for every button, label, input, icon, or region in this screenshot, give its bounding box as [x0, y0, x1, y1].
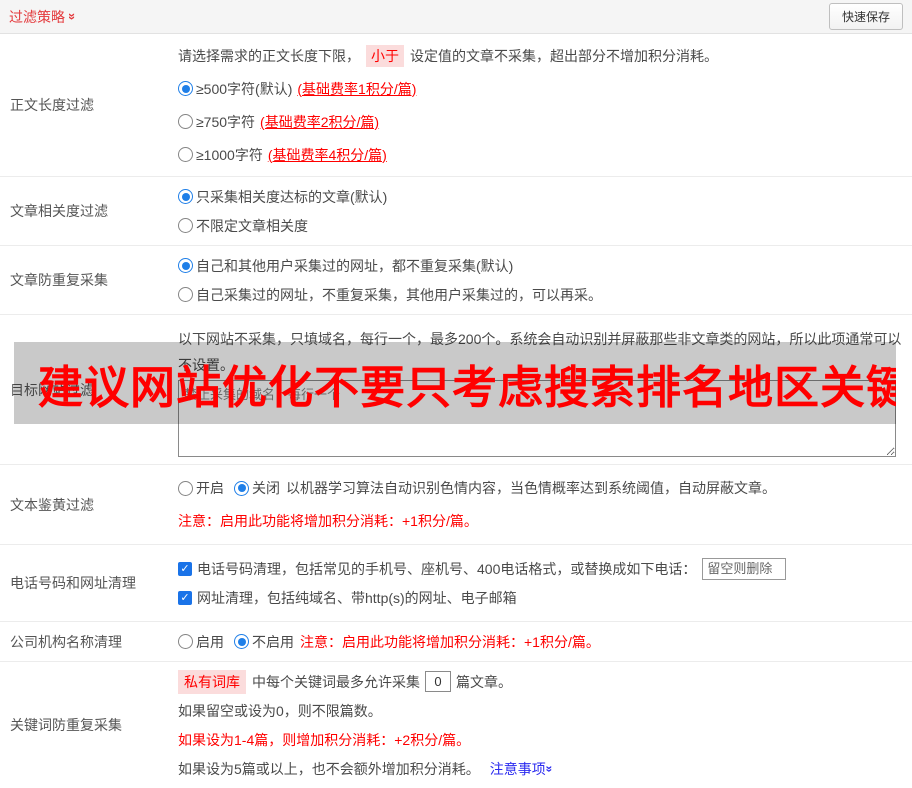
row-body-length-filter: 正文长度过滤 请选择需求的正文长度下限， 小于 设定值的文章不采集，超出部分不增…	[0, 34, 912, 177]
filter-strategy-page: 过滤策略 快速保存 正文长度过滤 请选择需求的正文长度下限， 小于 设定值的文章…	[0, 0, 912, 788]
radio-label: 自己和其他用户采集过的网址，都不重复采集(默认)	[196, 257, 514, 274]
radio-label: 开启	[196, 480, 224, 496]
page-title-text: 过滤策略	[9, 8, 65, 25]
radio-button[interactable]	[178, 258, 193, 273]
fee-note: (基础费率1积分/篇)	[297, 80, 417, 97]
keyword-limit-input[interactable]	[425, 671, 451, 692]
row-label: 文章防重复采集	[10, 272, 108, 288]
quick-save-button[interactable]: 快速保存	[828, 3, 903, 30]
keyword-limit-text-end: 篇文章。	[456, 673, 512, 690]
row-target-site-filter: 目标网站过滤 以下网站不采集，只填域名，每行一个，最多200个。系统会自动识别并…	[0, 315, 912, 465]
radio-option-500[interactable]: ≥500字符(默认) (基础费率1积分/篇)	[178, 72, 904, 105]
radio-option-750[interactable]: ≥750字符 (基础费率2积分/篇)	[178, 105, 904, 138]
keyword-note-five-text: 如果设为5篇或以上，也不会额外增加积分消耗。	[178, 760, 480, 777]
row-label: 关键词防重复采集	[10, 717, 122, 733]
row-label: 公司机构名称清理	[10, 633, 122, 650]
checkbox-label: 电话号码清理，包括常见的手机号、座机号、400电话格式，或替换成如下电话：	[197, 560, 697, 577]
intro-text: 请选择需求的正文长度下限，	[178, 47, 360, 64]
radio-button-on[interactable]	[178, 480, 193, 496]
page-title[interactable]: 过滤策略	[9, 7, 76, 27]
radio-button[interactable]	[178, 147, 193, 162]
row-relevance-filter: 文章相关度过滤 只采集相关度达标的文章(默认) 不限定文章相关度	[0, 177, 912, 246]
replacement-phone-input[interactable]	[702, 557, 787, 580]
keyword-limit-line: 私有词库 中每个关键词最多允许采集 篇文章。	[178, 667, 904, 696]
radio-button-enable[interactable]	[178, 634, 193, 649]
phone-cleanup-checkbox[interactable]	[178, 561, 192, 576]
fee-note: (基础费率4积分/篇)	[267, 146, 387, 163]
double-chevron-down-icon	[543, 765, 555, 772]
row-content: 启用 不启用 注意：启用此功能将增加积分消耗：+1积分/篇。	[172, 622, 912, 661]
checkbox-label: 网址清理，包括纯域名、带http(s)的网址、电子邮箱	[197, 589, 517, 606]
keyword-note-fee: 如果设为1-4篇，则增加积分消耗：+2积分/篇。	[178, 731, 471, 748]
radio-label: 不启用	[252, 633, 294, 650]
radio-label: 不限定文章相关度	[196, 217, 308, 234]
keyword-note-zero: 如果留空或设为0，则不限篇数。	[178, 702, 382, 719]
radio-label: 关闭	[252, 480, 280, 496]
row-company-cleanup: 公司机构名称清理 启用 不启用 注意：启用此功能将增加积分消耗：+1积分/篇。	[0, 622, 912, 662]
intro-text: 设定值的文章不采集，超出部分不增加积分消耗。	[410, 47, 718, 64]
phone-cleanup-option: 电话号码清理，包括常见的手机号、座机号、400电话格式，或替换成如下电话：	[178, 554, 904, 583]
row-porn-filter: 文本鉴黄过滤 开启 关闭 以机器学习算法自动识别色情内容，当色情概率达到系统阈值…	[0, 465, 912, 545]
radio-label: 只采集相关度达标的文章(默认)	[196, 188, 388, 205]
radio-label: ≥1000字符	[196, 146, 263, 163]
row-content: 请选择需求的正文长度下限， 小于 设定值的文章不采集，超出部分不增加积分消耗。 …	[172, 34, 912, 176]
row-content: 私有词库 中每个关键词最多允许采集 篇文章。 如果留空或设为0，则不限篇数。 如…	[172, 662, 912, 788]
radio-button[interactable]	[178, 287, 193, 302]
double-chevron-down-icon	[66, 13, 79, 20]
fee-note: (基础费率2积分/篇)	[260, 113, 380, 130]
highlight-lessthan: 小于	[366, 44, 404, 67]
company-cleanup-note: 注意：启用此功能将增加积分消耗：+1积分/篇。	[300, 633, 600, 650]
private-lexicon-badge: 私有词库	[178, 669, 246, 694]
porn-filter-desc: 以机器学习算法自动识别色情内容，当色情概率达到系统阈值，自动屏蔽文章。	[286, 480, 776, 496]
row-label: 正文长度过滤	[10, 97, 94, 113]
row-content: 以下网站不采集，只填域名，每行一个，最多200个。系统会自动识别并屏蔽那些非文章…	[172, 315, 912, 464]
url-cleanup-checkbox[interactable]	[178, 590, 192, 605]
blocked-domains-textarea[interactable]	[178, 379, 896, 457]
row-keyword-dedup: 关键词防重复采集 私有词库 中每个关键词最多允许采集 篇文章。 如果留空或设为0…	[0, 662, 912, 788]
radio-button[interactable]	[178, 189, 193, 204]
row-label: 文本鉴黄过滤	[10, 496, 94, 513]
radio-button-off[interactable]	[234, 480, 249, 496]
row-content: 自己和其他用户采集过的网址，都不重复采集(默认) 自己采集过的网址，不重复采集，…	[172, 246, 912, 314]
radio-button[interactable]	[178, 218, 193, 233]
radio-label: ≥750字符	[196, 113, 256, 130]
row-content: 只采集相关度达标的文章(默认) 不限定文章相关度	[172, 177, 912, 245]
porn-filter-note: 注意：启用此功能将增加积分消耗：+1积分/篇。	[178, 513, 478, 529]
company-cleanup-options: 启用 不启用 注意：启用此功能将增加积分消耗：+1积分/篇。	[178, 627, 904, 656]
row-label: 文章相关度过滤	[10, 203, 108, 219]
notice-link[interactable]: 注意事项	[490, 759, 553, 779]
radio-button-disable[interactable]	[234, 634, 249, 649]
row-label: 目标网站过滤	[10, 381, 94, 398]
radio-label: 自己采集过的网址，不重复采集，其他用户采集过的，可以再采。	[196, 286, 602, 303]
row-article-dedup: 文章防重复采集 自己和其他用户采集过的网址，都不重复采集(默认) 自己采集过的网…	[0, 246, 912, 315]
radio-option-1000[interactable]: ≥1000字符 (基础费率4积分/篇)	[178, 138, 904, 171]
body-length-intro: 请选择需求的正文长度下限， 小于 设定值的文章不采集，超出部分不增加积分消耗。	[178, 39, 904, 72]
radio-button[interactable]	[178, 81, 193, 96]
radio-button[interactable]	[178, 114, 193, 129]
radio-option-relevance-only[interactable]: 只采集相关度达标的文章(默认)	[178, 182, 904, 211]
radio-label: ≥500字符(默认)	[196, 80, 293, 97]
keyword-note-five: 如果设为5篇或以上，也不会额外增加积分消耗。 注意事项	[178, 754, 904, 783]
porn-filter-options: 开启 关闭 以机器学习算法自动识别色情内容，当色情概率达到系统阈值，自动屏蔽文章…	[178, 472, 904, 505]
url-cleanup-option: 网址清理，包括纯域名、带http(s)的网址、电子邮箱	[178, 583, 904, 612]
radio-option-relevance-any[interactable]: 不限定文章相关度	[178, 211, 904, 240]
radio-option-dedup-self[interactable]: 自己采集过的网址，不重复采集，其他用户采集过的，可以再采。	[178, 280, 904, 309]
radio-option-dedup-all[interactable]: 自己和其他用户采集过的网址，都不重复采集(默认)	[178, 251, 904, 280]
row-content: 电话号码清理，包括常见的手机号、座机号、400电话格式，或替换成如下电话： 网址…	[172, 545, 912, 621]
header-bar: 过滤策略 快速保存	[0, 0, 912, 34]
notice-link-text: 注意事项	[489, 760, 546, 777]
row-label: 电话号码和网址清理	[10, 575, 136, 591]
keyword-limit-text: 中每个关键词最多允许采集	[252, 673, 420, 690]
target-site-desc: 以下网站不采集，只填域名，每行一个，最多200个。系统会自动识别并屏蔽那些非文章…	[178, 330, 902, 373]
row-phone-url-cleanup: 电话号码和网址清理 电话号码清理，包括常见的手机号、座机号、400电话格式，或替…	[0, 545, 912, 622]
row-content: 开启 关闭 以机器学习算法自动识别色情内容，当色情概率达到系统阈值，自动屏蔽文章…	[172, 465, 912, 544]
radio-label: 启用	[196, 633, 224, 650]
